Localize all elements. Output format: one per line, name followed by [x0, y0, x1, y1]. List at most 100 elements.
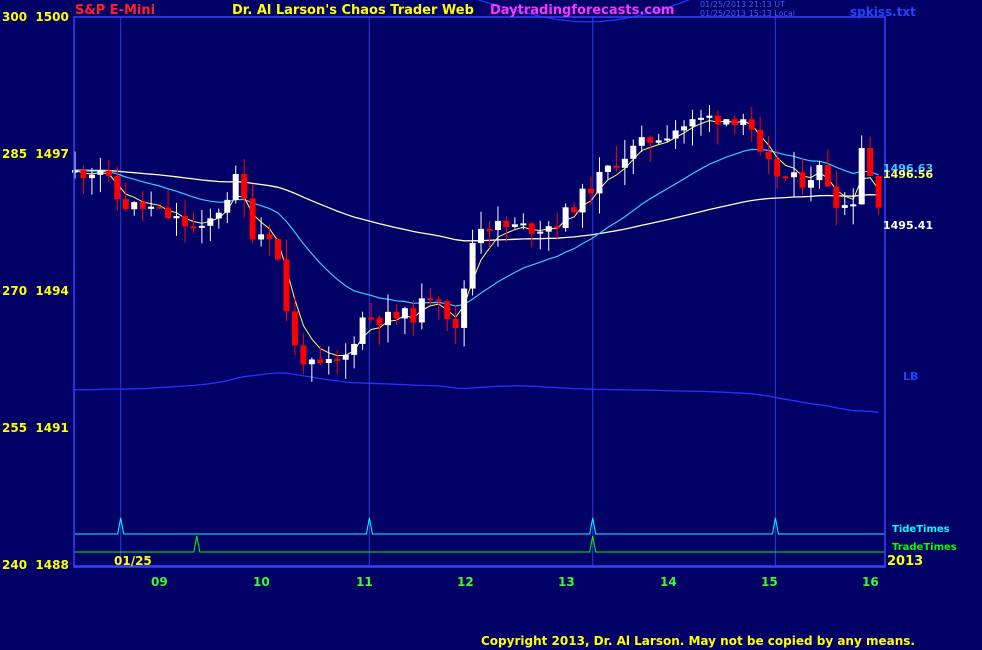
price-bar-body [418, 298, 425, 323]
price-bar-body [249, 198, 256, 240]
price-bar-body [757, 129, 764, 152]
price-bar-body [148, 206, 155, 209]
price-bar-body [122, 199, 129, 210]
price-bar-body [393, 311, 400, 319]
price-bar-body [342, 354, 349, 360]
price-bar-body [325, 359, 332, 363]
price-bar-body [647, 137, 654, 143]
price-bar-body [494, 220, 501, 230]
x-label-09: 09 [151, 575, 168, 589]
price-bar-body [114, 175, 121, 200]
price-tag-fast: 1496.56 [883, 168, 934, 181]
y-label-255: 255 1491 [2, 421, 69, 435]
price-bar-body [562, 207, 569, 229]
price-bar-body [266, 234, 273, 239]
price-bar-body [723, 119, 730, 125]
price-bar-body [359, 317, 366, 344]
price-bar-body [97, 170, 104, 175]
price-bar-body [765, 151, 772, 160]
y-label-270: 270 1494 [2, 284, 69, 298]
price-bar-body [198, 225, 205, 228]
price-bar-body [317, 359, 324, 363]
price-bar-body [291, 311, 298, 346]
price-bar-body [807, 180, 814, 188]
x-label-14: 14 [660, 575, 677, 589]
price-bar-body [452, 318, 459, 328]
lb-label: LB [903, 370, 919, 383]
price-bar-body [858, 147, 865, 205]
price-bar-body [697, 117, 704, 120]
price-bar-body [139, 202, 146, 209]
copyright-text: Copyright 2013, Dr. Al Larson. May not b… [481, 634, 915, 648]
price-bar-body [478, 228, 485, 244]
price-bar-body [774, 159, 781, 177]
x-label-15: 15 [761, 575, 778, 589]
price-bar-body [596, 171, 603, 194]
price-bar-body [664, 138, 671, 141]
symbol-title: S&P E-Mini [75, 3, 156, 18]
price-bars [72, 105, 882, 382]
chart-title: Dr. Al Larson's Chaos Trader Web [232, 3, 474, 18]
price-bar-body [511, 224, 518, 227]
x-label-12: 12 [457, 575, 474, 589]
ma-fast-line [74, 119, 880, 357]
price-bar-body [275, 238, 282, 260]
price-bar-body [571, 207, 578, 213]
price-bar-body [427, 298, 434, 301]
price-bar-body [486, 228, 493, 231]
vertical-markers [120, 17, 777, 566]
price-bar-body [588, 188, 595, 194]
price-bar-body [105, 170, 112, 176]
price-bar-body [740, 119, 747, 125]
trade-times-label: TradeTimes [892, 542, 957, 553]
price-bar-body [613, 165, 620, 168]
price-bar-body [435, 299, 442, 302]
price-bar-body [72, 170, 78, 173]
x-label-13: 13 [558, 575, 575, 589]
price-bar-body [748, 119, 755, 130]
price-bar-body [444, 301, 451, 319]
price-bar-body [232, 174, 239, 200]
y-label-300: 300 1500 [2, 10, 69, 24]
price-bar-body [604, 165, 611, 172]
tide-times-label: TideTimes [892, 524, 950, 535]
price-bar-body [461, 288, 468, 328]
y-label-240: 240 1488 [2, 558, 69, 572]
price-bar-body [799, 172, 806, 188]
price-bar-body [520, 223, 527, 226]
price-bar-body [545, 226, 552, 232]
timing-lines [75, 517, 885, 553]
price-bar-body [816, 165, 823, 181]
time-local: 01/25/2013 15:13 Local [700, 9, 795, 18]
price-bar-body [224, 199, 231, 213]
price-bar-body [131, 202, 138, 210]
price-bar-body [875, 176, 882, 208]
price-bar-body [867, 147, 874, 177]
tide-times-line [75, 517, 885, 535]
price-bar-body [283, 259, 290, 312]
price-bar-body [681, 126, 688, 131]
price-bar-body [841, 205, 848, 208]
price-bar-body [714, 115, 721, 125]
x-label-16: 16 [862, 575, 879, 589]
price-bar-body [824, 165, 831, 187]
price-tag-slow: 1495.41 [883, 219, 934, 232]
price-bar-body [88, 174, 95, 179]
price-bar-body [503, 220, 510, 227]
trade-times-line [75, 535, 885, 553]
band-lines [74, 0, 879, 414]
price-bar-body [80, 170, 87, 179]
site-link[interactable]: Daytradingforecasts.com [490, 3, 674, 18]
price-bar-body [621, 158, 628, 168]
time-ut: 01/25/2013 21:13 UT [700, 0, 785, 9]
price-bar-body [351, 343, 358, 355]
price-bar-body [190, 226, 197, 229]
price-bar-body [833, 186, 840, 208]
price-bar-body [300, 345, 307, 365]
price-bar-body [791, 172, 798, 178]
price-bar-body [241, 174, 248, 199]
price-bar-body [165, 207, 172, 219]
x-label-11: 11 [356, 575, 373, 589]
price-bar-body [207, 218, 214, 226]
price-bar-body [672, 130, 679, 139]
